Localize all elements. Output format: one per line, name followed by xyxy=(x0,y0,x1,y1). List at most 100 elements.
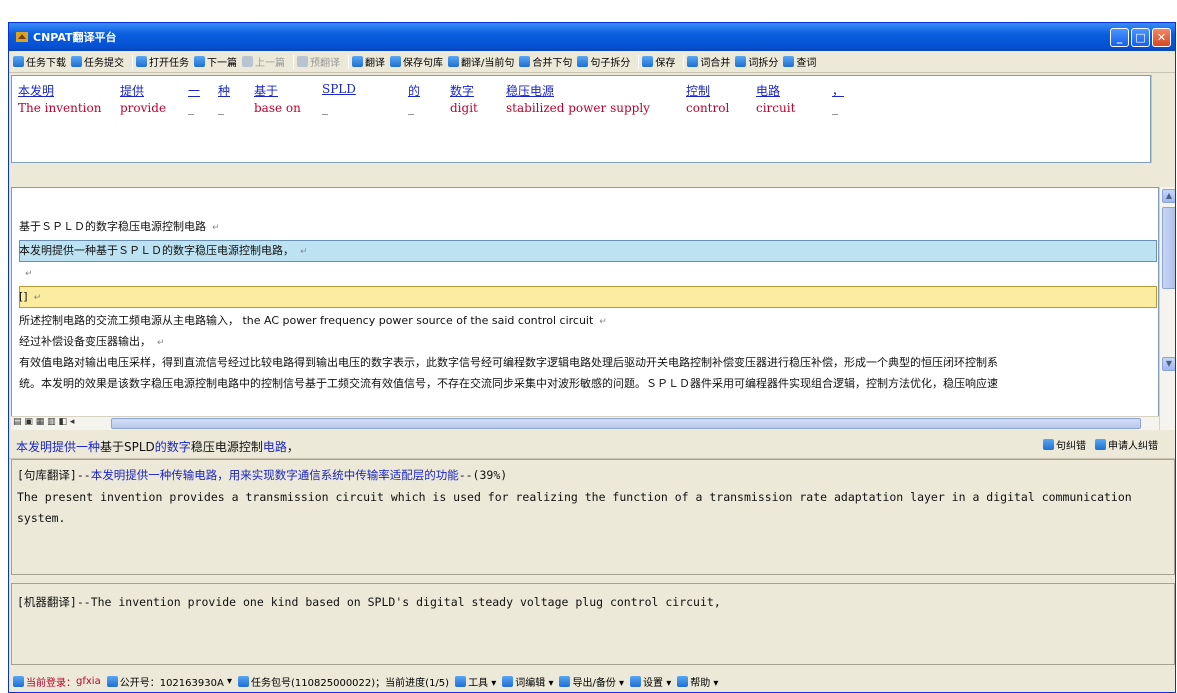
target-token[interactable]: circuit xyxy=(756,101,822,117)
document-editor[interactable]: 基于ＳＰＬＤ的数字稳压电源控制电路 ↵ 本发明提供一种基于ＳＰＬＤ的数字稳压电源控制… xyxy=(11,187,1159,430)
target-token[interactable]: base on xyxy=(254,101,312,117)
document-line[interactable]: 所述控制电路的交流工频电源从主电路输入， the AC power freque… xyxy=(19,312,607,330)
toolbar-separator xyxy=(348,54,349,69)
document-horizontal-scrollbar[interactable]: ▤ ▣ ▦ ▥ ◧ ◂ xyxy=(11,416,1159,430)
toolbar-button-10[interactable]: 保存句库 xyxy=(390,54,443,69)
status-menu-1[interactable]: 词编辑 ▾ xyxy=(502,674,553,689)
toolbar-button-4[interactable]: 下一篇 xyxy=(194,54,237,69)
document-line[interactable]: 本发明提供一种基于ＳＰＬＤ的数字稳压电源控制电路， ↵ xyxy=(19,242,308,260)
sentence-segment: 本发明提供一种 xyxy=(16,440,101,454)
status-menu-2[interactable]: 导出/备份 ▾ xyxy=(559,674,624,689)
toolbar-button-15[interactable]: 保存 xyxy=(642,54,675,69)
toolbar-icon xyxy=(390,56,401,67)
toolbar-icon xyxy=(687,56,699,67)
status-menu-4[interactable]: 帮助 ▾ xyxy=(677,674,718,689)
sentence-correct-button[interactable]: 句纠错 xyxy=(1043,437,1086,452)
source-token[interactable]: 一 xyxy=(188,82,208,98)
source-token[interactable]: 种 xyxy=(218,82,244,98)
sentence-segment: ， xyxy=(286,440,299,454)
maximize-button[interactable]: □ xyxy=(1131,27,1150,47)
toolbar-button-7[interactable]: 预翻译 xyxy=(297,54,340,69)
toolbar-separator xyxy=(293,54,294,69)
toolbar-label: 词拆分 xyxy=(748,58,779,69)
toolbar-button-18[interactable]: 词拆分 xyxy=(735,54,778,69)
document-line[interactable]: 经过补偿设备变压器输出， ↵ xyxy=(19,333,165,351)
toolbar-button-12[interactable]: 合并下句 xyxy=(519,54,572,69)
target-token[interactable]: control xyxy=(686,101,746,117)
status-menu-3[interactable]: 设置 ▾ xyxy=(630,674,671,689)
publication-number[interactable]: 公开号：102163930A ▾ xyxy=(106,674,232,689)
toolbar-button-19[interactable]: 查词 xyxy=(783,54,816,69)
document-line[interactable]: 统。本发明的效果是该数字稳压电源控制电路中的控制信号基于工频交流有效值信号，不存… xyxy=(19,375,998,393)
toolbar-button-1[interactable]: 任务提交 xyxy=(71,54,124,69)
memory-header: [句库翻译]--本发明提供一种传输电路，用来实现数字通信系统中传输率适配层的功能… xyxy=(17,468,508,482)
toolbar-icon xyxy=(735,56,747,67)
toolbar-label: 保存 xyxy=(655,58,676,69)
source-token[interactable]: 电路 xyxy=(756,82,822,98)
document-line[interactable]: [] ↵ xyxy=(19,288,41,306)
target-token[interactable]: stabilized power supply xyxy=(506,101,676,117)
source-token[interactable]: 提供 xyxy=(120,82,178,98)
source-token[interactable]: SPLD xyxy=(322,82,398,98)
target-token[interactable]: The invention xyxy=(18,101,110,117)
user-icon xyxy=(13,675,24,687)
package-icon xyxy=(238,675,250,687)
app-icon xyxy=(15,30,29,44)
toolbar-button-3[interactable]: 打开任务 xyxy=(136,54,189,69)
view-mode-icons[interactable]: ▤ ▣ ▦ ▥ ◧ ◂ xyxy=(13,417,74,427)
applicant-correct-button[interactable]: 申请人纠错 xyxy=(1095,437,1158,452)
source-token[interactable]: ， xyxy=(832,82,862,98)
correct-icon xyxy=(1043,439,1054,450)
document-vertical-scrollbar[interactable]: ▲ ▼ xyxy=(1159,187,1175,430)
memory-translation-panel: [句库翻译]--本发明提供一种传输电路，用来实现数字通信系统中传输率适配层的功能… xyxy=(11,459,1175,575)
toolbar-icon xyxy=(297,56,308,67)
h-scroll-thumb[interactable] xyxy=(111,418,1141,429)
close-button[interactable]: ✕ xyxy=(1152,27,1171,47)
source-token-row: 本发明 提供一种基于 SPLD 的数字 稳压电源 控制 电路 ， xyxy=(18,82,872,98)
target-token[interactable]: _ xyxy=(188,101,208,117)
toolbar-button-5[interactable]: 上一篇 xyxy=(242,54,285,69)
document-line[interactable]: ↵ xyxy=(19,264,33,282)
target-token[interactable]: _ xyxy=(408,101,440,117)
edit-sentence-highlight xyxy=(19,286,1157,308)
target-token[interactable]: _ xyxy=(322,101,398,117)
current-sentence-text: 本发明提供一种基于SPLD的数字稳压电源控制电路， xyxy=(16,438,299,455)
scroll-down-icon[interactable]: ▼ xyxy=(1162,357,1175,371)
applicant-icon xyxy=(1095,439,1106,450)
memory-translation-text: The present invention provides a transmi… xyxy=(17,490,1132,525)
toolbar-icon xyxy=(71,56,82,67)
source-token[interactable]: 的 xyxy=(408,82,440,98)
minimize-button[interactable]: _ xyxy=(1110,27,1129,47)
status-menu-0[interactable]: 工具 ▾ xyxy=(455,674,496,689)
scroll-up-icon[interactable]: ▲ xyxy=(1162,189,1175,203)
login-status: 当前登录： gfxia xyxy=(13,674,101,689)
main-window: CNPAT翻译平台 _ □ ✕ 任务下载 任务提交 打开任务 下一篇 上一篇 预翻译 翻译 保… xyxy=(8,22,1176,693)
toolbar-label: 上一篇 xyxy=(255,58,285,69)
toolbar-label: 翻译 xyxy=(365,58,385,69)
toolbar-button-11[interactable]: 翻译/当前句 xyxy=(448,54,514,69)
toolbar-button-13[interactable]: 句子拆分 xyxy=(577,54,630,69)
sentence-segment: 基于SPLD xyxy=(100,440,155,454)
return-mark-icon: ↵ xyxy=(33,293,42,303)
task-package: 任务包号(110825000022)；当前进度(1/5) xyxy=(238,674,449,689)
toolbar-button-0[interactable]: 任务下载 xyxy=(13,54,66,69)
toolbar-label: 句子拆分 xyxy=(590,58,631,69)
return-mark-icon: ↵ xyxy=(599,317,607,327)
source-token[interactable]: 数字 xyxy=(450,82,496,98)
source-token[interactable]: 稳压电源 xyxy=(506,82,676,98)
menu-icon xyxy=(502,675,514,687)
toolbar-icon xyxy=(13,56,24,67)
scroll-thumb[interactable] xyxy=(1162,207,1175,289)
toolbar-button-9[interactable]: 翻译 xyxy=(352,54,385,69)
document-line[interactable]: 基于ＳＰＬＤ的数字稳压电源控制电路 ↵ xyxy=(19,218,220,236)
target-token[interactable]: _ xyxy=(218,101,244,117)
source-token[interactable]: 本发明 xyxy=(18,82,110,98)
target-token[interactable]: digit xyxy=(450,101,496,117)
source-token[interactable]: 基于 xyxy=(254,82,312,98)
target-token[interactable]: _ xyxy=(832,101,862,117)
menu-icon xyxy=(677,675,689,687)
document-line[interactable]: 有效值电路对输出电压采样，得到直流信号经过比较电路得到输出电压的数字表示，此数字… xyxy=(19,354,998,372)
source-token[interactable]: 控制 xyxy=(686,82,746,98)
toolbar-button-17[interactable]: 词合并 xyxy=(687,54,730,69)
target-token[interactable]: provide xyxy=(120,101,178,117)
